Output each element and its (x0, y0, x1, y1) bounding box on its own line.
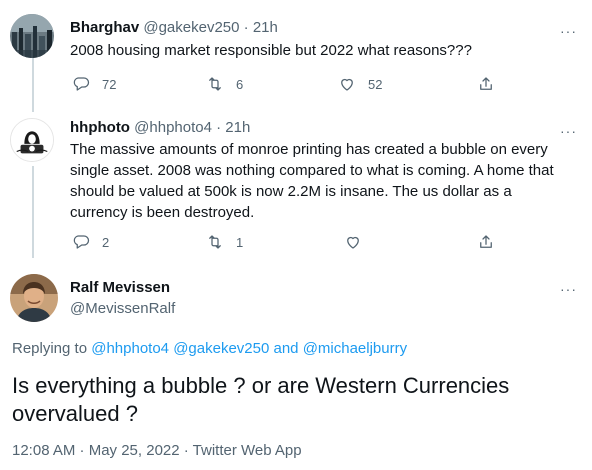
mention-gakekev250[interactable]: @gakekev250 (173, 340, 269, 357)
separator: · (216, 119, 222, 136)
separator: · (243, 19, 249, 36)
tweet-text: The massive amounts of monroe printing h… (70, 141, 554, 221)
user-handle[interactable]: @gakekev250 (143, 19, 239, 36)
retweet-count: 1 (236, 234, 244, 250)
tweet-text: 2008 housing market responsible but 2022… (70, 42, 472, 59)
like-icon (347, 236, 359, 249)
thread-line (32, 166, 34, 258)
reply-icon (73, 235, 90, 249)
reply-count: 72 (102, 76, 117, 92)
share-button[interactable] (477, 75, 495, 93)
more-icon[interactable]: ··· (560, 24, 577, 38)
tweet-time[interactable]: 21h (253, 19, 278, 36)
reply-count: 2 (102, 234, 110, 250)
main-tweet-text: Is everything a bubble ? or are Western … (12, 373, 510, 426)
tweet-time[interactable]: 21h (225, 119, 250, 136)
tweet-header: Bharghav @gakekev250 · 21h (70, 18, 278, 38)
like-button[interactable] (344, 233, 362, 251)
retweet-icon (209, 235, 221, 249)
main-name[interactable]: Ralf Mevissen (70, 278, 170, 298)
replying-to: Replying to @hhphoto4 @gakekev250 and @m… (12, 340, 407, 357)
more-icon[interactable]: ··· (560, 282, 577, 296)
user-name[interactable]: Bharghav (70, 19, 139, 36)
tweet-timestamp[interactable]: 12:08 AM · May 25, 2022 · Twitter Web Ap… (12, 442, 302, 459)
main-handle[interactable]: @MevissenRalf (70, 299, 175, 319)
mention-michaeljburry[interactable]: @michaeljburry (303, 340, 407, 357)
user-name[interactable]: hhphoto (70, 119, 130, 136)
share-icon (480, 77, 492, 90)
avatar-hhphoto[interactable] (10, 118, 54, 162)
retweet-count: 6 (236, 76, 244, 92)
mention-hhphoto4[interactable]: @hhphoto4 (91, 340, 169, 357)
retweet-button[interactable]: 6 (206, 75, 243, 93)
like-button[interactable]: 52 (338, 75, 382, 93)
replying-prefix: Replying to (12, 340, 88, 357)
retweet-icon (209, 77, 221, 91)
tweet-header: hhphoto @hhphoto4 · 21h (70, 118, 250, 138)
share-icon (480, 235, 492, 248)
share-button[interactable] (477, 233, 495, 251)
reply-icon (73, 77, 90, 91)
thread-line (32, 58, 34, 112)
avatar-ralf[interactable] (10, 274, 58, 322)
like-icon (341, 78, 353, 91)
like-count: 52 (368, 76, 383, 92)
mention-and[interactable]: and (273, 340, 298, 357)
reply-button[interactable]: 2 (72, 233, 109, 251)
user-handle[interactable]: @hhphoto4 (134, 119, 212, 136)
reply-button[interactable]: 72 (72, 75, 116, 93)
retweet-button[interactable]: 1 (206, 233, 243, 251)
avatar-bharghav[interactable] (10, 14, 54, 58)
more-icon[interactable]: ··· (560, 124, 577, 138)
